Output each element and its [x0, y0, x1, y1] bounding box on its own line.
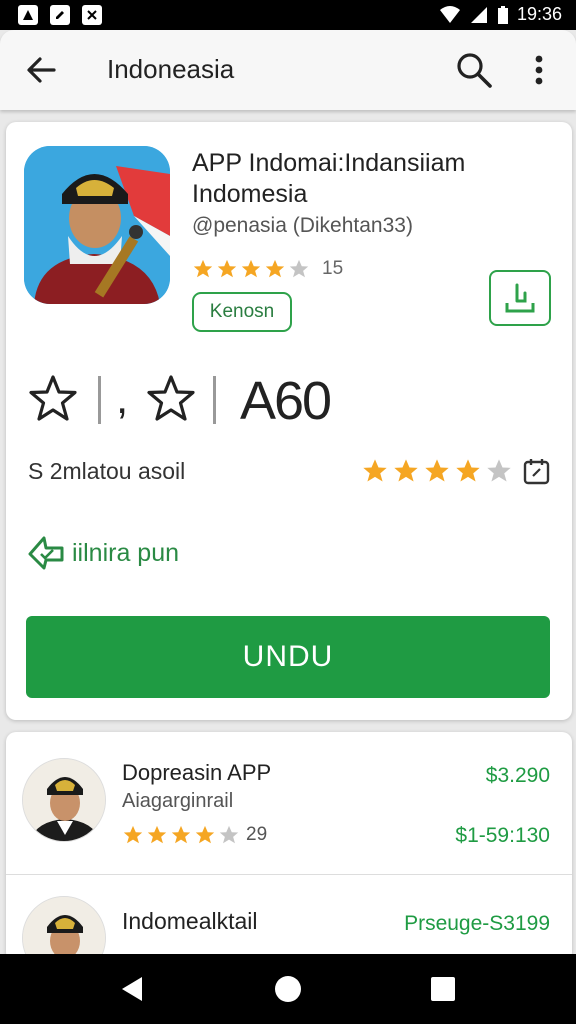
star-empty-icon [487, 459, 511, 482]
promo-text: iilnira pun [72, 538, 180, 567]
star-filled-icon [171, 825, 191, 844]
app-bar: Indoneasia [0, 30, 576, 110]
app-developer[interactable]: @penasia (Dikehtan33) [192, 214, 413, 238]
list-divider [6, 874, 572, 875]
page-title: Indoneasia [107, 54, 235, 84]
star-filled-icon [147, 825, 167, 844]
back-arrow-icon[interactable] [22, 50, 62, 90]
notification-edit-icon [50, 5, 70, 25]
list-item-count: 29 [246, 824, 268, 845]
nav-home-icon[interactable] [273, 974, 303, 1004]
nav-recents-icon[interactable] [428, 974, 458, 1004]
navigation-bar [0, 954, 576, 1024]
star-filled-icon [195, 825, 215, 844]
stat-separator: , [116, 374, 129, 423]
info-text: S 2mlatou asoil [28, 458, 186, 484]
divider [98, 376, 101, 424]
install-button[interactable]: UNDU [26, 616, 550, 698]
divider [213, 376, 216, 424]
download-icon [505, 283, 535, 313]
list-item-price: Prseuge-S3199 [404, 912, 550, 935]
battery-icon [497, 5, 508, 24]
list-item-price-secondary: $1-59:130 [455, 824, 550, 847]
info-rating [361, 456, 552, 486]
list-item-title: Indomealktail [122, 908, 258, 934]
download-button-small[interactable] [489, 270, 551, 326]
avatar [22, 758, 106, 842]
star-filled-icon [425, 459, 449, 482]
promo-row[interactable]: iilnira pun [26, 532, 179, 574]
status-bar: 19:36 [0, 0, 576, 30]
star-filled-icon [394, 459, 418, 482]
list-item-price: $3.290 [485, 764, 550, 787]
app-rating: 15 [192, 258, 343, 280]
search-icon[interactable] [454, 50, 494, 90]
star-outline-icon[interactable] [26, 372, 80, 426]
star-filled-icon [241, 259, 261, 278]
star-filled-icon [456, 459, 480, 482]
list-item-subtitle: Aiagarginrail [122, 790, 234, 812]
list-item[interactable]: Dopreasin APP Aiagarginrail 29 $3.290 $1… [6, 732, 572, 872]
stats-row: , A60 [26, 371, 546, 432]
related-apps-list: Dopreasin APP Aiagarginrail 29 $3.290 $1… [6, 732, 572, 962]
stat-value: A60 [240, 371, 332, 431]
badge-arrow-icon [28, 536, 64, 570]
notification-x-icon [82, 5, 102, 25]
app-icon[interactable] [24, 146, 170, 304]
list-item[interactable]: Indomealktail Prseuge-S3199 [6, 876, 572, 962]
star-outline-icon[interactable] [144, 372, 198, 426]
app-detail-card: APP Indomai:Indansiiam Indomesia @penasi… [6, 122, 572, 720]
list-item-title: Dopreasin APP [122, 760, 272, 785]
nav-back-icon[interactable] [118, 974, 148, 1004]
rating-count: 15 [322, 258, 344, 279]
star-filled-icon [217, 259, 237, 278]
star-empty-icon [219, 825, 239, 844]
app-title: APP Indomai:Indansiiam Indomesia [192, 149, 466, 208]
star-filled-icon [265, 259, 285, 278]
calendar-icon[interactable] [522, 456, 552, 486]
notification-app-icon [18, 5, 38, 25]
avatar [22, 896, 106, 962]
star-filled-icon [193, 259, 213, 278]
list-item-rating: 29 [122, 824, 267, 846]
category-tag[interactable]: Kenosn [192, 292, 292, 332]
star-empty-icon [289, 259, 309, 278]
status-time: 19:36 [516, 4, 562, 24]
star-filled-icon [363, 459, 387, 482]
signal-icon [470, 6, 487, 23]
wifi-icon [439, 5, 460, 23]
more-options-icon[interactable] [522, 50, 556, 90]
star-filled-icon [123, 825, 143, 844]
